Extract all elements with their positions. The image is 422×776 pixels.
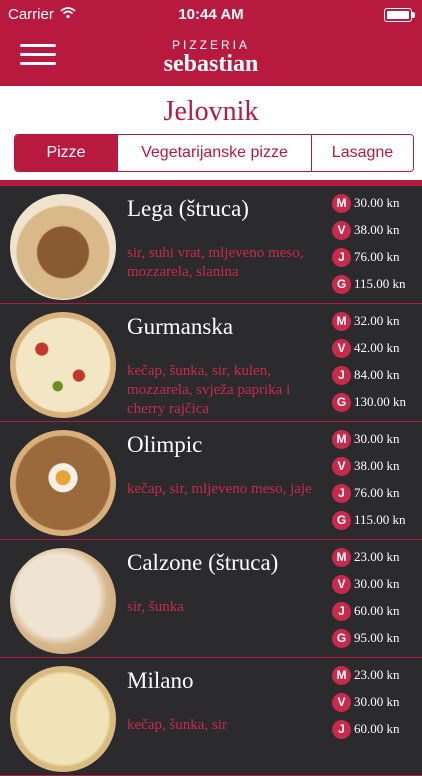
- price-list: M 23.00 kn V 30.00 kn J 60.00 kn G 95.00 kn: [332, 546, 422, 654]
- price-value: 130.00 kn: [354, 394, 406, 409]
- size-badge: V: [332, 339, 351, 358]
- price-value: 95.00 kn: [354, 630, 400, 645]
- item-name: Lega (štruca): [127, 196, 249, 221]
- price-row: M 23.00 kn: [332, 664, 422, 691]
- price-value: 76.00 kn: [354, 249, 400, 264]
- price-row: V 38.00 kn: [332, 455, 422, 482]
- app-logo: PIZZERIA sebastian: [0, 38, 422, 76]
- price-row: V 30.00 kn: [332, 691, 422, 718]
- size-badge: J: [332, 484, 351, 503]
- tab-vegetarijanske-pizze[interactable]: Vegetarijanske pizze: [118, 135, 312, 171]
- menu-item[interactable]: Milano kečap, šunka, sir M 23.00 kn V 30.0…: [0, 658, 422, 776]
- category-tabs: Pizze Vegetarijanske pizze Lasagne: [14, 134, 414, 172]
- size-badge: G: [332, 629, 351, 648]
- size-badge: G: [332, 511, 351, 530]
- menu-item[interactable]: Lega (štruca) sir, suhi vrat, mljeveno m…: [0, 186, 422, 304]
- tab-pizze[interactable]: Pizze: [15, 135, 118, 171]
- size-badge: J: [332, 720, 351, 739]
- size-badge: G: [332, 275, 351, 294]
- size-badge: J: [332, 248, 351, 267]
- price-row: M 23.00 kn: [332, 546, 422, 573]
- menu-item[interactable]: Gurmanska kečap, šunka, sir, kulen, mozz…: [0, 304, 422, 422]
- price-value: 60.00 kn: [354, 721, 400, 736]
- item-name: Calzone (štruca): [127, 550, 279, 575]
- price-row: G 95.00 kn: [332, 627, 422, 654]
- price-row: V 38.00 kn: [332, 219, 422, 246]
- pizza-image: [10, 194, 116, 300]
- price-list: M 30.00 kn V 38.00 kn J 76.00 kn G 115.00 kn: [332, 428, 422, 536]
- size-badge: V: [332, 693, 351, 712]
- price-row: J 84.00 kn: [332, 364, 422, 391]
- pizza-image: [10, 312, 116, 418]
- page-title: Jelovnik: [163, 96, 259, 127]
- price-value: 38.00 kn: [354, 222, 400, 237]
- price-row: J 76.00 kn: [332, 246, 422, 273]
- size-badge: M: [332, 430, 351, 449]
- price-value: 115.00 kn: [354, 276, 406, 291]
- price-value: 38.00 kn: [354, 458, 400, 473]
- price-row: V 42.00 kn: [332, 337, 422, 364]
- size-badge: M: [332, 666, 351, 685]
- price-value: 115.00 kn: [354, 512, 406, 527]
- item-description: sir, suhi vrat, mljeveno meso, mozzarela…: [127, 245, 304, 280]
- size-badge: J: [332, 602, 351, 621]
- title-area: Jelovnik Pizze Vegetarijanske pizze Lasa…: [0, 86, 422, 182]
- pizza-image: [10, 548, 116, 654]
- size-badge: J: [332, 366, 351, 385]
- price-value: 23.00 kn: [354, 667, 400, 682]
- price-row: G 130.00 kn: [332, 391, 422, 418]
- price-row: G 115.00 kn: [332, 273, 422, 300]
- item-name: Milano: [127, 668, 194, 693]
- size-badge: V: [332, 221, 351, 240]
- size-badge: G: [332, 393, 351, 412]
- menu-item[interactable]: Olimpic kečap, sir, mljeveno meso, jaje …: [0, 422, 422, 540]
- logo-top-text: PIZZERIA: [171, 38, 250, 52]
- price-row: V 30.00 kn: [332, 573, 422, 600]
- status-time: 10:44 AM: [178, 6, 244, 23]
- price-row: M 32.00 kn: [332, 310, 422, 337]
- size-badge: M: [332, 548, 351, 567]
- price-row: M 30.00 kn: [332, 192, 422, 219]
- price-value: 76.00 kn: [354, 485, 400, 500]
- price-row: J 60.00 kn: [332, 600, 422, 627]
- price-row: J 76.00 kn: [332, 482, 422, 509]
- price-value: 23.00 kn: [354, 549, 400, 564]
- pizza-image: [10, 430, 116, 536]
- size-badge: M: [332, 194, 351, 213]
- price-list: M 30.00 kn V 38.00 kn J 76.00 kn G 115.00 kn: [332, 192, 422, 300]
- price-value: 32.00 kn: [354, 313, 400, 328]
- tab-lasagne[interactable]: Lasagne: [312, 135, 413, 171]
- price-value: 30.00 kn: [354, 576, 400, 591]
- size-badge: V: [332, 457, 351, 476]
- price-row: J 60.00 kn: [332, 718, 422, 745]
- price-value: 30.00 kn: [354, 694, 400, 709]
- item-description: kečap, šunka, sir: [127, 717, 227, 733]
- item-description: kečap, sir, mljeveno meso, jaje: [127, 481, 312, 497]
- item-description: kečap, šunka, sir, kulen, mozzarela, svj…: [127, 363, 291, 417]
- app-header: Carrier 10:44 AM PIZZERIA sebastian: [0, 0, 422, 86]
- menu-item[interactable]: Calzone (štruca) sir, šunka M 23.00 kn V3…: [0, 540, 422, 658]
- price-row: M 30.00 kn: [332, 428, 422, 455]
- logo-main-text: sebastian: [163, 51, 259, 77]
- price-value: 30.00 kn: [354, 431, 400, 446]
- size-badge: M: [332, 312, 351, 331]
- price-value: 42.00 kn: [354, 340, 400, 355]
- battery-icon: [384, 8, 415, 22]
- price-value: 30.00 kn: [354, 195, 400, 210]
- price-row: G 115.00 kn: [332, 509, 422, 536]
- price-value: 60.00 kn: [354, 603, 400, 618]
- pizza-image: [10, 666, 116, 772]
- price-list: M 23.00 kn V 30.00 kn J 60.00 kn: [332, 664, 422, 745]
- price-list: M 32.00 kn V 42.00 kn J 84.00 kn G 130.00 kn: [332, 310, 422, 418]
- item-description: sir, šunka: [127, 599, 184, 615]
- price-value: 84.00 kn: [354, 367, 400, 382]
- size-badge: V: [332, 575, 351, 594]
- item-name: Gurmanska: [127, 314, 234, 339]
- menu-list: Lega (štruca) sir, suhi vrat, mljeveno m…: [0, 186, 422, 776]
- item-name: Olimpic: [127, 432, 203, 457]
- status-bar: Carrier 10:44 AM: [0, 0, 422, 30]
